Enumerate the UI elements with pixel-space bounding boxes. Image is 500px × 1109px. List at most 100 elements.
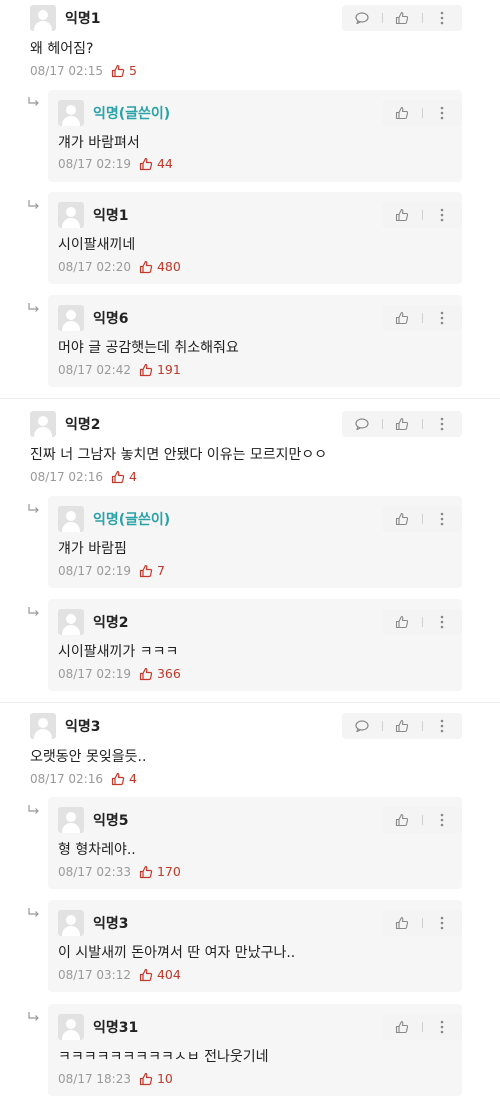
- reply-meta: 08/17 03:12 404: [58, 967, 181, 982]
- more-button[interactable]: [422, 506, 462, 532]
- thumbs-up-icon: [139, 1072, 153, 1086]
- reply-text: 머야 글 공감햇는데 취소해줘요: [58, 340, 239, 356]
- comment-meta: 08/17 02:16 4: [30, 771, 137, 786]
- like-count: 191: [156, 362, 181, 377]
- like-count: 170: [156, 864, 181, 879]
- like-count: 10: [156, 1071, 173, 1086]
- reply-time: 08/17 02:33: [58, 864, 131, 879]
- like-button[interactable]: [382, 713, 422, 739]
- kebab-menu-icon: [440, 1020, 444, 1034]
- like-count: 4: [128, 771, 137, 786]
- more-button[interactable]: [422, 202, 462, 228]
- reply-nickname: 익명2: [93, 615, 129, 631]
- reply-button[interactable]: [342, 713, 382, 739]
- comment-time: 08/17 02:15: [30, 63, 103, 78]
- like-button[interactable]: [382, 202, 422, 228]
- reply-arrow-icon: [28, 303, 39, 312]
- thumbs-up-icon: [139, 667, 153, 681]
- like-button[interactable]: [382, 1014, 422, 1040]
- comment-time: 08/17 02:16: [30, 771, 103, 786]
- like-button[interactable]: [382, 609, 422, 635]
- comment-meta: 08/17 02:16 4: [30, 469, 137, 484]
- more-button[interactable]: [422, 411, 462, 437]
- reply-item: 익명5 형 형차레야.. 08/17 02:33 170: [48, 797, 462, 889]
- reply-nickname: 익명6: [93, 311, 129, 327]
- comment-actions: [342, 5, 462, 31]
- comment-header: 익명1: [30, 5, 101, 31]
- like-count: 4: [128, 469, 137, 484]
- reply-arrow-icon: [28, 200, 39, 209]
- thumbs-up-icon: [139, 363, 153, 377]
- thumbs-up-icon: [395, 311, 409, 325]
- reply-item: 익명3 이 시발새끼 돈아껴서 딴 여자 만났구나.. 08/17 03:12 …: [48, 900, 462, 992]
- reply-time: 08/17 02:42: [58, 362, 131, 377]
- kebab-menu-icon: [440, 311, 444, 325]
- thumbs-up-icon: [139, 564, 153, 578]
- more-button[interactable]: [422, 713, 462, 739]
- comment-nickname: 익명3: [65, 719, 101, 735]
- thumbs-up-icon: [139, 260, 153, 274]
- avatar: [30, 5, 56, 31]
- comment-meta: 08/17 02:15 5: [30, 63, 137, 78]
- like-button[interactable]: [382, 5, 422, 31]
- like-button[interactable]: [382, 910, 422, 936]
- reply-meta: 08/17 02:19 7: [58, 563, 165, 578]
- reply-nickname: 익명(글쓴이): [93, 106, 171, 122]
- reply-text: 시이팔새끼가 ㅋㅋㅋ: [58, 644, 179, 660]
- reply-header: 익명31: [58, 1014, 138, 1040]
- reply-actions: [382, 807, 462, 833]
- like-count: 480: [156, 259, 181, 274]
- like-button[interactable]: [382, 305, 422, 331]
- reply-header: 익명3: [58, 910, 129, 936]
- like-button[interactable]: [382, 100, 422, 126]
- more-button[interactable]: [422, 305, 462, 331]
- comment-header: 익명3: [30, 713, 101, 739]
- kebab-menu-icon: [440, 813, 444, 827]
- kebab-menu-icon: [440, 615, 444, 629]
- avatar: [58, 1014, 84, 1040]
- kebab-menu-icon: [440, 719, 444, 733]
- thumbs-up-icon: [395, 106, 409, 120]
- more-button[interactable]: [422, 100, 462, 126]
- comment-text: 오랫동안 못잊을듯..: [30, 749, 147, 765]
- more-button[interactable]: [422, 1014, 462, 1040]
- thumbs-up-icon: [395, 208, 409, 222]
- kebab-menu-icon: [440, 106, 444, 120]
- more-button[interactable]: [422, 5, 462, 31]
- thumbs-up-icon: [139, 865, 153, 879]
- reply-text: 형 형차레야..: [58, 842, 136, 858]
- reply-button[interactable]: [342, 5, 382, 31]
- reply-text: 걔가 바람핌: [58, 541, 127, 557]
- reply-time: 08/17 02:20: [58, 259, 131, 274]
- reply-header: 익명2: [58, 609, 129, 635]
- reply-nickname: 익명1: [93, 208, 129, 224]
- reply-arrow-icon: [28, 805, 39, 814]
- comment-actions: [342, 713, 462, 739]
- avatar: [58, 609, 84, 635]
- thumbs-up-icon: [395, 512, 409, 526]
- reply-header: 익명5: [58, 807, 129, 833]
- like-button[interactable]: [382, 807, 422, 833]
- kebab-menu-icon: [440, 512, 444, 526]
- reply-button[interactable]: [342, 411, 382, 437]
- reply-time: 08/17 02:19: [58, 156, 131, 171]
- reply-actions: [382, 506, 462, 532]
- comment-text: 왜 헤어짐?: [30, 41, 94, 57]
- thread-divider: [0, 702, 500, 703]
- like-button[interactable]: [382, 411, 422, 437]
- more-button[interactable]: [422, 910, 462, 936]
- reply-nickname: 익명5: [93, 813, 129, 829]
- reply-item: 익명2 시이팔새끼가 ㅋㅋㅋ 08/17 02:19 366: [48, 599, 462, 691]
- reply-header: 익명(글쓴이): [58, 100, 170, 126]
- thumbs-up-icon: [395, 417, 409, 431]
- thumbs-up-icon: [111, 64, 125, 78]
- reply-arrow-icon: [28, 607, 39, 616]
- more-button[interactable]: [422, 609, 462, 635]
- speech-bubble-icon: [355, 720, 369, 732]
- reply-time: 08/17 02:19: [58, 666, 131, 681]
- like-count: 44: [156, 156, 173, 171]
- more-button[interactable]: [422, 807, 462, 833]
- reply-meta: 08/17 02:42 191: [58, 362, 181, 377]
- like-button[interactable]: [382, 506, 422, 532]
- reply-text: 시이팔새끼네: [58, 237, 136, 253]
